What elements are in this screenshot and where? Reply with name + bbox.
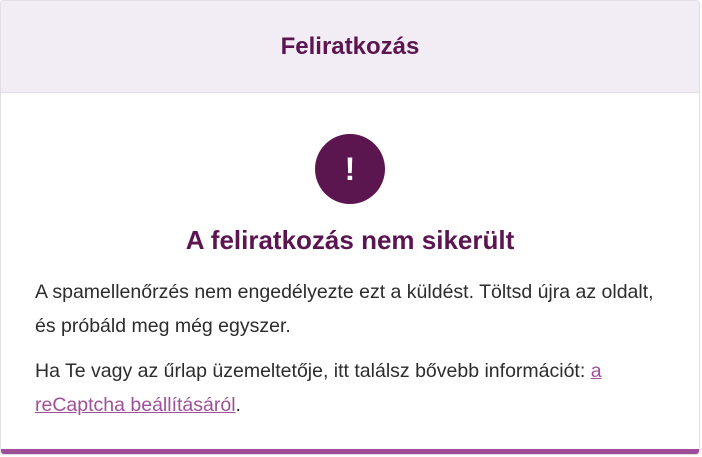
exclamation-symbol: !	[344, 150, 356, 187]
bottom-accent-bar	[1, 449, 699, 454]
error-title: A feliratkozás nem sikerült	[185, 225, 515, 255]
operator-info-text: Ha Te vagy az űrlap üzemeltetője, itt ta…	[35, 360, 591, 382]
operator-info: Ha Te vagy az űrlap üzemeltetője, itt ta…	[35, 354, 665, 422]
operator-info-end: .	[235, 394, 241, 416]
header-title: Feliratkozás	[280, 32, 420, 60]
exclamation-icon: !	[315, 134, 385, 204]
subscription-card: Feliratkozás ! A feliratkozás nem sikerü…	[0, 0, 700, 455]
error-message: A spamellenőrzés nem engedélyezte ezt a …	[35, 281, 654, 337]
card-header: Feliratkozás	[1, 1, 699, 93]
alert-body: ! A feliratkozás nem sikerült A spamelle…	[1, 134, 699, 422]
